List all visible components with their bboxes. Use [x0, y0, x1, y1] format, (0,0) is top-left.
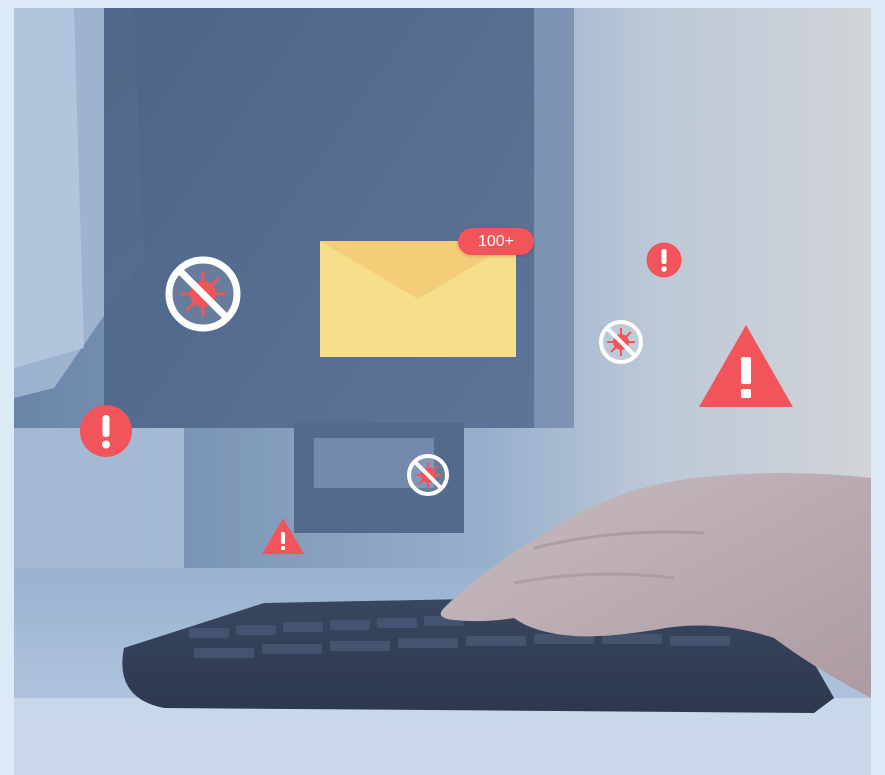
- virus-blocked-icon: [407, 454, 449, 496]
- image-frame: 100+: [0, 0, 885, 775]
- exclamation-circle-icon: [80, 405, 132, 457]
- envelope-icon: [320, 241, 516, 357]
- virus-blocked-icon: [165, 256, 241, 332]
- warning-triangle-icon: [262, 518, 304, 554]
- virus-blocked-icon: [599, 320, 643, 364]
- exclamation-circle-icon: [646, 242, 682, 278]
- warning-triangle-icon: [699, 325, 793, 407]
- unread-count-badge: 100+: [458, 228, 534, 255]
